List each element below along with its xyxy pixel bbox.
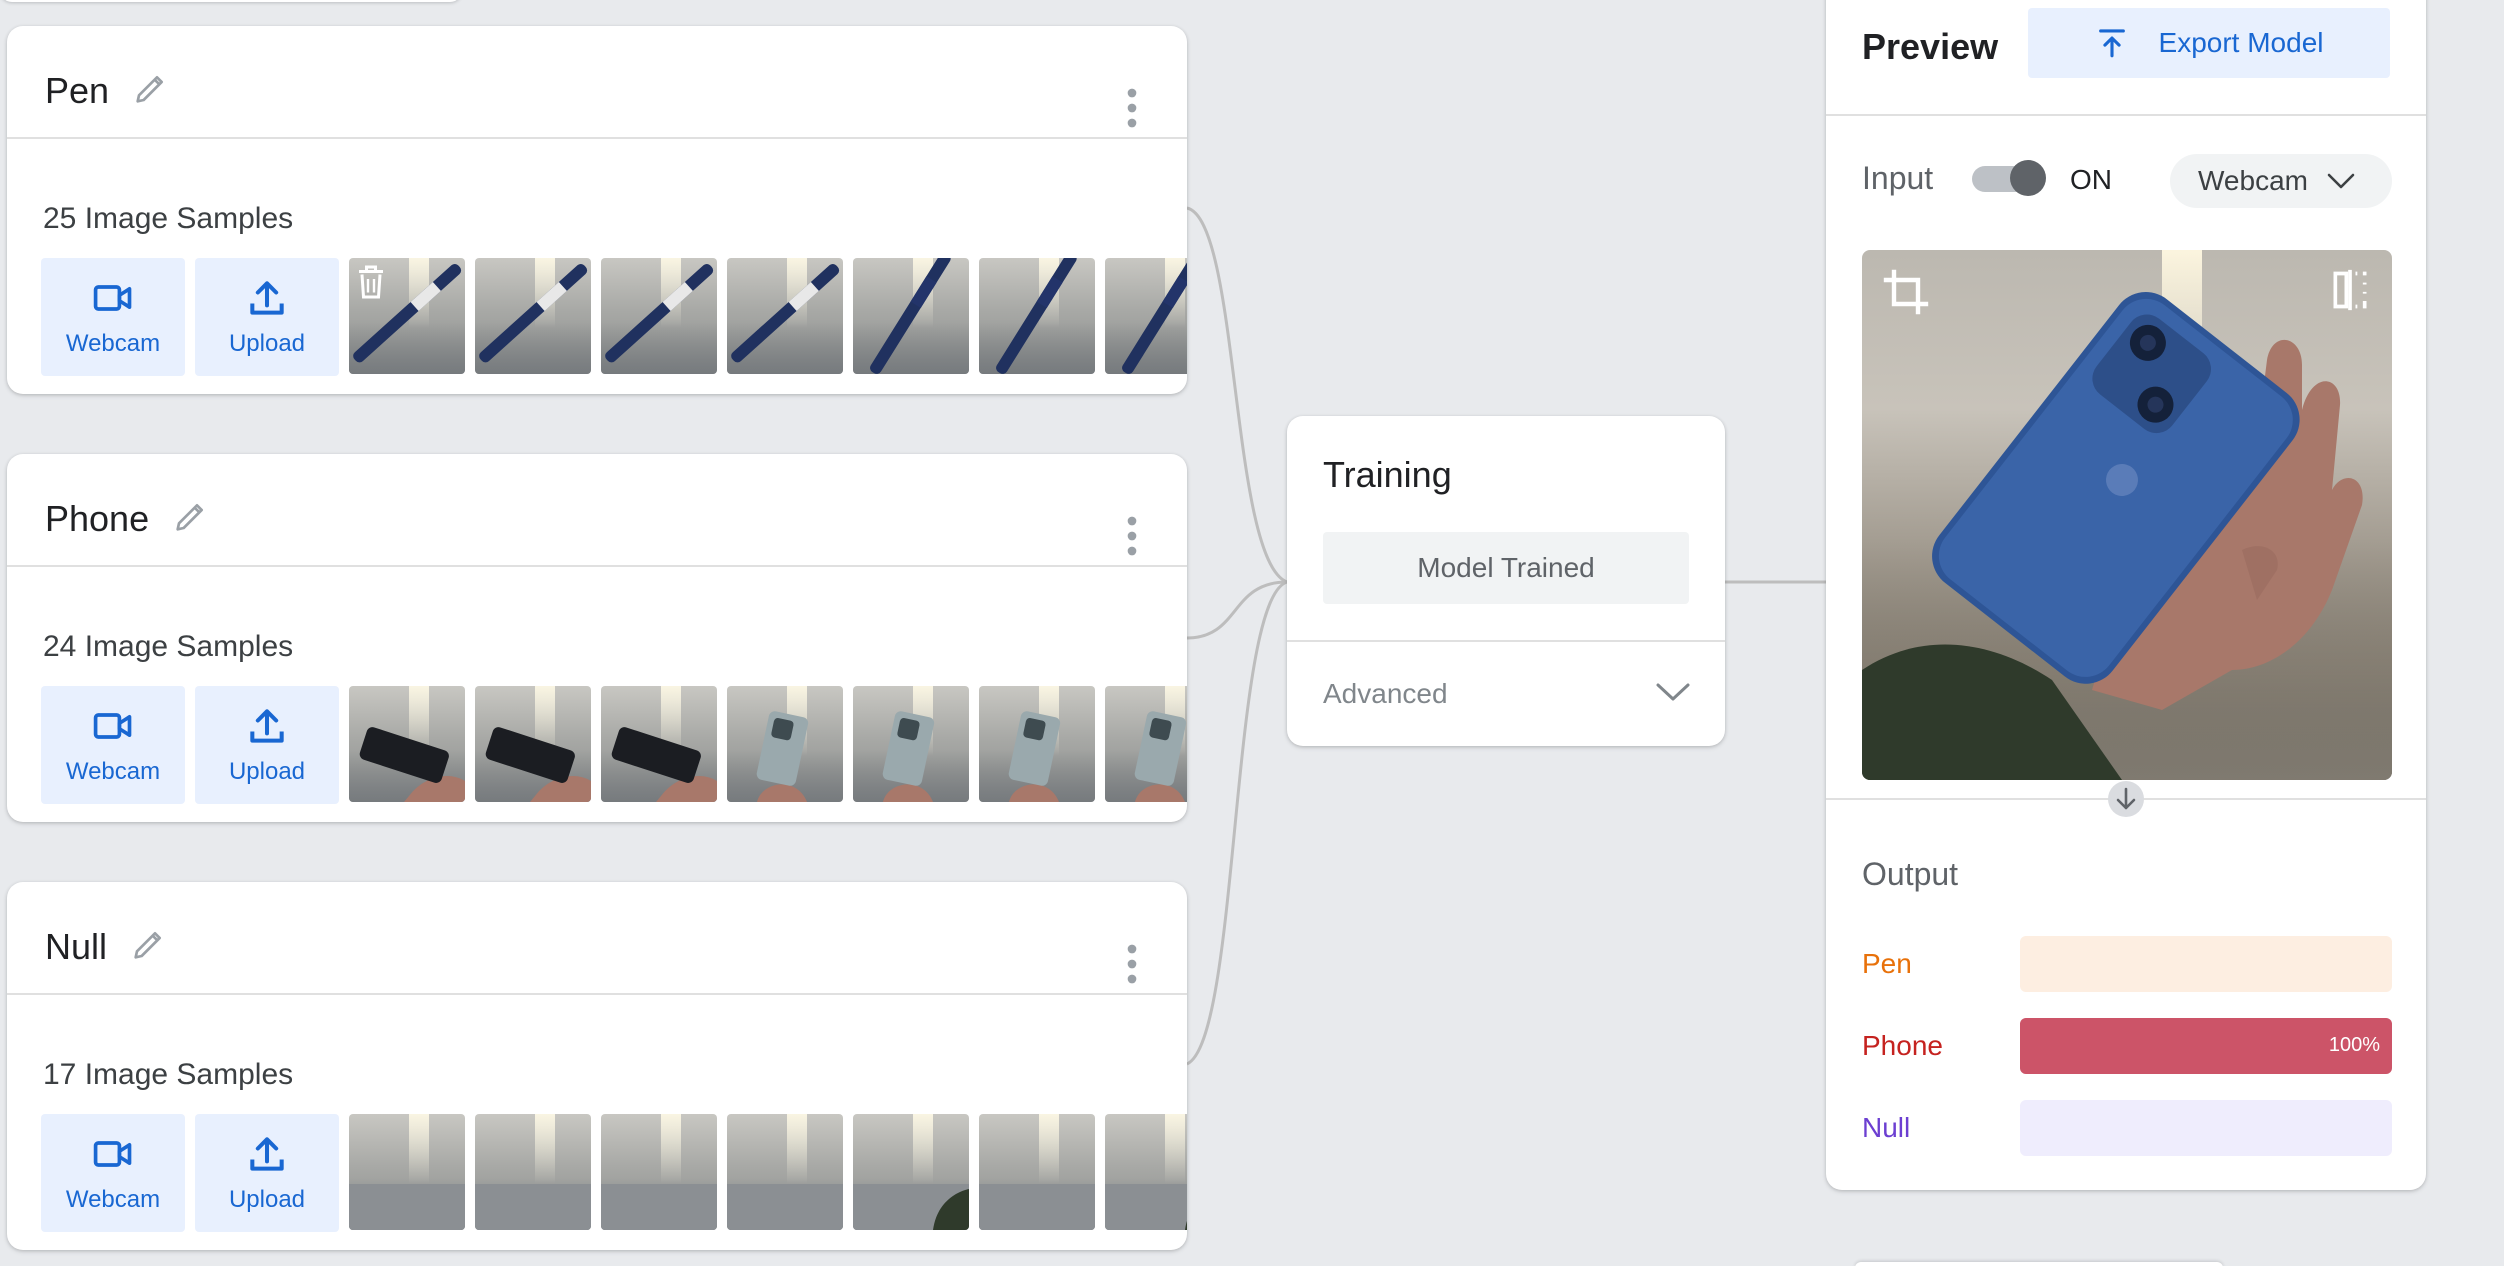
sample-thumbnail[interactable] xyxy=(349,1114,465,1230)
output-row-null: Null xyxy=(1862,1100,2392,1156)
upload-icon xyxy=(250,281,284,315)
output-row-pen: Pen xyxy=(1862,936,2392,992)
output-percent: 100% xyxy=(2328,1034,2380,1056)
more-vert-icon[interactable] xyxy=(1125,516,1139,556)
sample-thumbnail[interactable] xyxy=(1105,1114,1187,1230)
flip-icon[interactable] xyxy=(2328,268,2372,312)
delete-icon[interactable] xyxy=(355,264,387,300)
sample-thumbnail[interactable] xyxy=(1105,686,1187,802)
class-name[interactable]: Null xyxy=(45,926,107,968)
sample-thumbnail[interactable] xyxy=(853,1114,969,1230)
chevron-down-icon xyxy=(2327,173,2355,189)
model-trained-button[interactable]: Model Trained xyxy=(1323,532,1689,604)
videocam-icon xyxy=(93,285,132,311)
preview-title: Preview xyxy=(1862,26,1999,67)
output-row-phone: Phone 100% xyxy=(1862,1018,2392,1074)
webcam-button[interactable]: Webcam xyxy=(41,686,185,804)
upload-label: Upload xyxy=(228,758,306,785)
upload-icon xyxy=(250,709,284,743)
export-label: Export Model xyxy=(2158,27,2324,58)
sample-count: 17 Image Samples xyxy=(43,1058,294,1091)
export-model-button[interactable]: Export Model xyxy=(2028,8,2390,78)
advanced-toggle[interactable]: Advanced xyxy=(1323,678,1448,710)
sample-thumbnail[interactable] xyxy=(601,1114,717,1230)
class-name[interactable]: Phone xyxy=(45,498,149,540)
edit-icon[interactable] xyxy=(131,68,171,108)
class-card-null: Null 17 Image Samples Webcam Upload xyxy=(7,882,1187,1250)
next-card-edge xyxy=(1855,1262,2223,1266)
output-label: Pen xyxy=(1862,948,1912,979)
webcam-preview xyxy=(1862,250,2392,780)
training-divider xyxy=(1287,640,1725,642)
webcam-button[interactable]: Webcam xyxy=(41,258,185,376)
sample-row: Webcam Upload xyxy=(41,1114,1187,1232)
output-label: Null xyxy=(1862,1112,1911,1143)
class-card-header: Phone xyxy=(7,454,1187,567)
output-confidence-bar: 100% xyxy=(2020,1018,2392,1074)
more-vert-icon[interactable] xyxy=(1125,944,1139,984)
sample-thumbnail[interactable] xyxy=(1105,258,1187,374)
sample-thumbnail[interactable] xyxy=(601,258,717,374)
preview-panel: Preview Export Model Input ON Webcam Out… xyxy=(1826,0,2426,1190)
class-card-header: Null xyxy=(7,882,1187,995)
webcam-label: Webcam xyxy=(65,330,161,357)
output-title: Output xyxy=(1862,856,1959,892)
sample-thumbnail[interactable] xyxy=(475,1114,591,1230)
class-card-phone: Phone 24 Image Samples Webcam Upload xyxy=(7,454,1187,822)
output-label: Phone xyxy=(1862,1030,1943,1061)
sample-thumbnail[interactable] xyxy=(601,686,717,802)
videocam-icon xyxy=(93,1141,132,1167)
webcam-label: Webcam xyxy=(65,758,161,785)
sample-thumbnail[interactable] xyxy=(475,686,591,802)
sample-thumbnail[interactable] xyxy=(727,258,843,374)
upload-icon xyxy=(250,1137,284,1171)
crop-icon[interactable] xyxy=(1882,268,1930,316)
toggle-state-label: ON xyxy=(2070,164,2112,195)
sample-count: 24 Image Samples xyxy=(43,630,294,663)
sample-row: Webcam Upload xyxy=(41,686,1187,804)
sample-thumbnail[interactable] xyxy=(349,258,465,374)
output-confidence-bar xyxy=(2020,1100,2392,1156)
training-title: Training xyxy=(1323,454,1452,495)
class-name[interactable]: Pen xyxy=(45,70,109,112)
webcam-label: Webcam xyxy=(65,1186,161,1213)
sample-count: 25 Image Samples xyxy=(43,202,294,235)
upload-label: Upload xyxy=(228,330,306,357)
chevron-down-icon[interactable] xyxy=(1655,678,1691,706)
sample-row: Webcam Upload xyxy=(41,258,1187,376)
sample-thumbnail[interactable] xyxy=(979,1114,1095,1230)
sample-thumbnail[interactable] xyxy=(727,686,843,802)
webcam-frame-illustration xyxy=(1862,292,2363,780)
previous-card-edge xyxy=(0,0,462,2)
sample-thumbnail[interactable] xyxy=(979,686,1095,802)
sample-thumbnail[interactable] xyxy=(727,1114,843,1230)
upload-button[interactable]: Upload xyxy=(195,1114,339,1232)
upload-label: Upload xyxy=(228,1186,306,1213)
edit-icon[interactable] xyxy=(171,496,211,536)
class-card-header: Pen xyxy=(7,26,1187,139)
toggle-knob xyxy=(2010,160,2046,196)
sample-thumbnail[interactable] xyxy=(853,258,969,374)
output-confidence-bar xyxy=(2020,936,2392,992)
webcam-button[interactable]: Webcam xyxy=(41,1114,185,1232)
videocam-icon xyxy=(93,713,132,739)
arrow-down-icon xyxy=(2108,781,2144,817)
sample-thumbnail[interactable] xyxy=(853,686,969,802)
upload-button[interactable]: Upload xyxy=(195,258,339,376)
sample-thumbnail[interactable] xyxy=(979,258,1095,374)
edit-icon[interactable] xyxy=(129,924,169,964)
sample-thumbnail[interactable] xyxy=(475,258,591,374)
input-toggle[interactable] xyxy=(1972,160,2046,196)
input-source-value: Webcam xyxy=(2198,165,2308,196)
input-label: Input xyxy=(1862,160,1934,196)
sample-thumbnail[interactable] xyxy=(349,686,465,802)
upload-button[interactable]: Upload xyxy=(195,686,339,804)
class-card-pen: Pen 25 Image Samples Webcam Upload xyxy=(7,26,1187,394)
training-card: Training Model Trained Advanced xyxy=(1287,416,1725,746)
preview-divider xyxy=(1826,114,2426,116)
more-vert-icon[interactable] xyxy=(1125,88,1139,128)
export-icon xyxy=(2098,29,2125,58)
input-source-select[interactable]: Webcam xyxy=(2170,154,2392,208)
